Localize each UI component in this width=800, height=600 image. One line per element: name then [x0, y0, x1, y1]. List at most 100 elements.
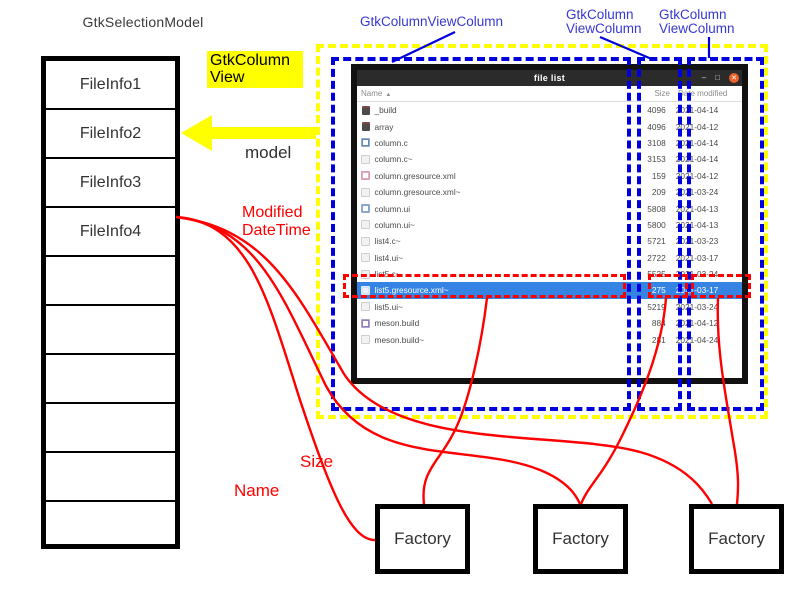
- file-size-cell: 5525: [647, 269, 666, 280]
- gtk-column-view-label-line2: View: [210, 69, 245, 86]
- file-name-cell: list5.gresource.xml~: [374, 285, 449, 296]
- model-row: [46, 453, 175, 502]
- file-row[interactable]: array 4096 2021-04-12: [357, 118, 742, 134]
- backup-file-icon: [361, 236, 371, 246]
- file-name-cell: array: [374, 121, 394, 132]
- model-edge-label: model: [245, 143, 292, 162]
- file-name-cell: meson.build~: [374, 334, 425, 345]
- selection-model-box: FileInfo1 FileInfo2 FileInfo3 FileInfo4: [41, 56, 180, 549]
- window-title: file list: [533, 73, 566, 83]
- column-header-name[interactable]: Name ▲: [357, 89, 622, 98]
- backup-file-icon: [361, 253, 371, 263]
- file-size-cell: 4096: [647, 121, 666, 132]
- file-name-cell: column.gresource.xml: [374, 170, 456, 181]
- file-size-cell: 3108: [647, 137, 666, 148]
- maximize-icon[interactable]: □: [715, 74, 720, 82]
- file-date-cell: 2021-04-14: [675, 105, 719, 116]
- file-row[interactable]: list5.ui~ 5219 2021-03-24: [357, 299, 742, 315]
- file-list-rows: _build 4096 2021-04-14 array 4096 2021-04-12 c…: [357, 102, 742, 348]
- close-icon[interactable]: ✕: [729, 73, 739, 83]
- label-name-edge: Name: [234, 481, 280, 500]
- file-name-cell: list5.ui~: [374, 301, 403, 312]
- file-row[interactable]: list5.c~ 5525 2021-03-24: [357, 266, 742, 282]
- window-titlebar: file list – □ ✕: [357, 70, 742, 86]
- file-size-cell: 159: [651, 170, 666, 181]
- file-icon-cell: [357, 285, 375, 295]
- file-row[interactable]: column.gresource.xml 159 2021-04-12: [357, 168, 742, 184]
- file-icon-cell: [357, 171, 375, 181]
- file-size-cell: 5721: [647, 236, 666, 247]
- file-row[interactable]: meson.build~ 281 2021-04-24: [357, 331, 742, 347]
- file-icon-cell: [357, 187, 375, 197]
- file-name-cell: list4.c~: [374, 236, 401, 247]
- backup-file-icon: [361, 187, 371, 197]
- file-date-cell: 2021-04-13: [675, 203, 719, 214]
- backup-file-icon: [361, 285, 371, 295]
- label-size-edge: Size: [300, 452, 334, 471]
- model-row: [46, 502, 175, 551]
- file-row[interactable]: column.c~ 3153 2021-04-14: [357, 151, 742, 167]
- file-date-cell: 2021-04-12: [675, 170, 719, 181]
- file-size-cell: 5800: [647, 219, 666, 230]
- file-icon-cell: [357, 253, 375, 263]
- file-date-cell: 2021-03-23: [675, 236, 719, 247]
- ui-file-icon: [361, 204, 371, 214]
- file-list-window: file list – □ ✕ Name ▲ Size Date modified…: [351, 64, 748, 384]
- model-row: FileInfo4: [46, 208, 175, 257]
- file-icon-cell: [357, 318, 375, 328]
- backup-file-icon: [361, 269, 371, 279]
- column-header-name-label: Name: [361, 89, 383, 98]
- file-icon-cell: [357, 236, 375, 246]
- label-modified-line2: DateTime: [242, 222, 311, 239]
- file-icon-cell: [357, 269, 375, 279]
- model-row: FileInfo3: [46, 159, 175, 208]
- file-date-cell: 2021-04-24: [675, 334, 719, 345]
- model-row-label: FileInfo3: [79, 173, 142, 191]
- label-date-line2: ViewColumn: [659, 21, 735, 36]
- model-row: [46, 306, 175, 355]
- model-title: GtkSelectionModel: [82, 14, 204, 30]
- backup-file-icon: [361, 335, 371, 345]
- label-gtkcolumnviewcolumn-name: GtkColumnViewColumn: [360, 14, 504, 29]
- meson-file-icon: [361, 318, 371, 328]
- window-controls: – □ ✕: [702, 70, 739, 86]
- column-header-date[interactable]: Date modified: [674, 89, 742, 98]
- file-row[interactable]: meson.build 884 2021-04-12: [357, 315, 742, 331]
- file-name-cell: column.c~: [374, 154, 413, 165]
- file-icon-cell: [357, 122, 375, 132]
- file-icon-cell: [357, 105, 375, 115]
- model-row: [46, 257, 175, 306]
- backup-file-icon: [361, 154, 371, 164]
- file-name-cell: column.ui~: [374, 219, 415, 230]
- file-date-cell: 2021-03-24: [675, 269, 719, 280]
- column-header-row: Name ▲ Size Date modified: [357, 86, 742, 102]
- file-icon-cell: [357, 154, 375, 164]
- file-row[interactable]: _build 4096 2021-04-14: [357, 102, 742, 118]
- file-row[interactable]: column.gresource.xml~ 209 2021-03-24: [357, 184, 742, 200]
- diagram-canvas: GtkSelectionModel FileInfo1 FileInfo2 Fi…: [0, 0, 800, 600]
- file-icon-cell: [357, 138, 375, 148]
- label-gtkcolumnviewcolumn-date: GtkColumn ViewColumn: [659, 8, 735, 36]
- file-row[interactable]: list4.ui~ 2722 2021-03-17: [357, 250, 742, 266]
- file-row[interactable]: list4.c~ 5721 2021-03-23: [357, 233, 742, 249]
- factory-box-size: Factory: [533, 504, 628, 574]
- file-date-cell: 2021-04-14: [675, 137, 719, 148]
- model-row-label: FileInfo1: [79, 75, 142, 93]
- file-row[interactable]: column.ui 5808 2021-04-13: [357, 200, 742, 216]
- minimize-icon[interactable]: –: [702, 74, 706, 82]
- c-source-file-icon: [361, 138, 371, 148]
- file-date-cell: 2021-03-17: [675, 252, 719, 263]
- file-row[interactable]: list5.gresource.xml~ 275 2021-03-17: [357, 282, 742, 299]
- factory-box-name: Factory: [375, 504, 470, 574]
- file-row[interactable]: column.c 3108 2021-04-14: [357, 135, 742, 151]
- leader-line-size: [599, 35, 655, 62]
- file-name-cell: column.ui: [374, 203, 411, 214]
- file-size-cell: 209: [651, 187, 666, 198]
- label-date-line1: GtkColumn: [659, 7, 727, 22]
- file-name-cell: list5.c~: [374, 269, 401, 280]
- label-gtkcolumnviewcolumn-size: GtkColumn ViewColumn: [566, 8, 642, 36]
- file-icon-cell: [357, 204, 375, 214]
- column-header-size[interactable]: Size: [622, 89, 674, 98]
- file-row[interactable]: column.ui~ 5800 2021-04-13: [357, 217, 742, 233]
- file-date-cell: 2021-03-17: [675, 285, 719, 296]
